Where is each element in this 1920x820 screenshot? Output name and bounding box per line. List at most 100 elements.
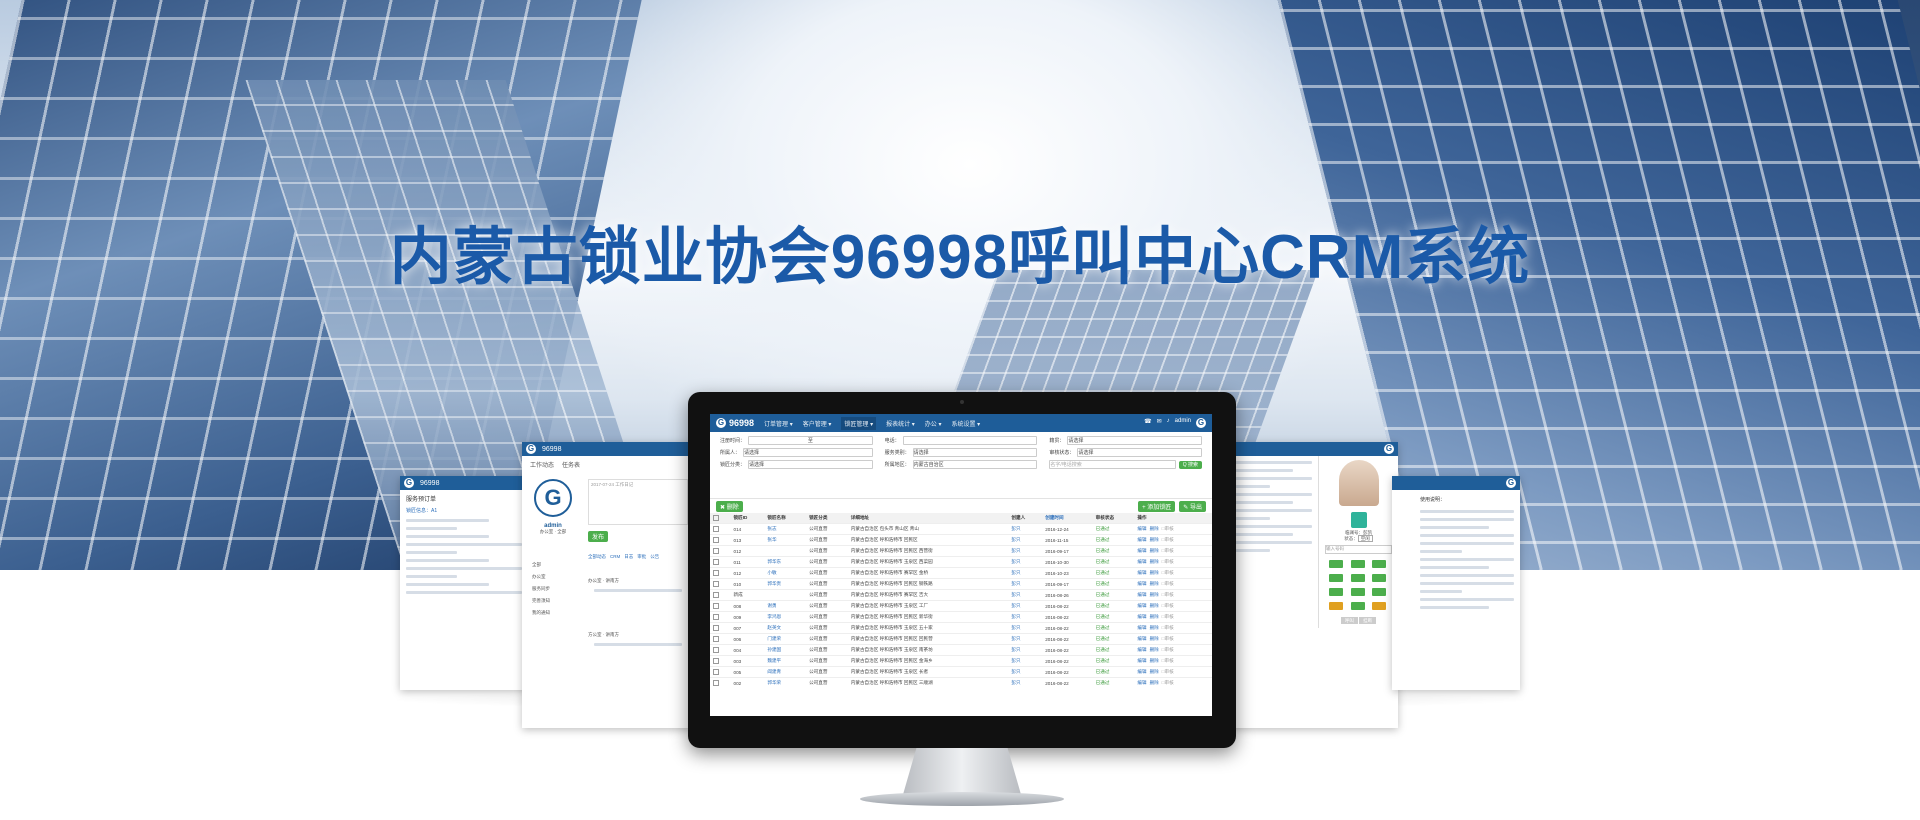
row-check[interactable] xyxy=(710,655,731,667)
cell-name[interactable]: 郭华贵 xyxy=(764,578,807,590)
feed-tab[interactable]: 全部动态 xyxy=(588,554,606,560)
review-link[interactable]: □审核 xyxy=(1162,537,1174,542)
feed-tab[interactable]: CRM xyxy=(610,554,620,560)
cell-name[interactable]: 郭华荣 xyxy=(764,677,807,688)
edit-link[interactable]: 编辑 xyxy=(1137,625,1146,630)
cell-creator[interactable]: 彭只 xyxy=(1008,644,1043,656)
col-check[interactable] xyxy=(710,513,731,524)
dial-key[interactable] xyxy=(1329,602,1343,610)
delete-link[interactable]: 删除 xyxy=(1150,526,1159,531)
delete-link[interactable]: 删除 xyxy=(1150,548,1159,553)
phone-icon[interactable]: ☎ xyxy=(1144,418,1151,428)
filter-select[interactable]: 请选择 xyxy=(743,448,873,457)
edit-link[interactable]: 编辑 xyxy=(1137,658,1146,663)
edit-link[interactable]: 编辑 xyxy=(1137,614,1146,619)
menu-reports[interactable]: 报表统计 ▾ xyxy=(886,419,915,428)
side-item[interactable]: 服务同步 xyxy=(532,583,584,595)
cell-name[interactable]: 阎建青 xyxy=(764,666,807,678)
publish-button[interactable]: 发布 xyxy=(588,531,609,542)
export-button[interactable]: ✎ 导出 xyxy=(1179,500,1206,512)
edit-link[interactable]: 编辑 xyxy=(1137,603,1146,608)
row-check[interactable] xyxy=(710,600,731,612)
menu-office[interactable]: 办公 ▾ xyxy=(925,419,942,428)
cell-name[interactable]: 谢勇 xyxy=(764,600,807,612)
edit-link[interactable]: 编辑 xyxy=(1137,680,1146,685)
cell-name[interactable]: 小敏 xyxy=(764,567,807,579)
row-check[interactable] xyxy=(710,567,731,579)
dial-key[interactable] xyxy=(1350,602,1365,610)
dial-key[interactable] xyxy=(1329,574,1343,582)
review-link[interactable]: □审核 xyxy=(1162,526,1174,531)
row-check[interactable] xyxy=(710,589,731,601)
review-link[interactable]: □审核 xyxy=(1162,669,1174,674)
edit-link[interactable]: 编辑 xyxy=(1137,548,1146,553)
filter-select[interactable]: 请选择 xyxy=(1077,448,1202,457)
cell-name[interactable]: 赵英文 xyxy=(764,622,807,634)
edit-link[interactable]: 编辑 xyxy=(1137,636,1146,641)
table-row[interactable]: 005 阎建青 公司直营 内蒙古自治区 呼和浩特市 玉泉区 长者 彭只 2016-08-2… xyxy=(710,666,1212,678)
review-link[interactable]: □审核 xyxy=(1162,559,1174,564)
review-link[interactable]: □审核 xyxy=(1162,658,1174,663)
dial-key[interactable] xyxy=(1372,588,1387,596)
side-item[interactable]: 我的通知 xyxy=(532,607,584,619)
edit-link[interactable]: 编辑 xyxy=(1137,526,1146,531)
row-check[interactable] xyxy=(710,578,731,590)
menu-orders[interactable]: 订单管理 ▾ xyxy=(764,419,793,428)
edit-link[interactable]: 编辑 xyxy=(1137,647,1146,652)
table-row[interactable]: 009 李鸿恩 公司直营 内蒙古自治区 呼和浩特市 回民区 新华街 彭只 2016-08-… xyxy=(710,611,1212,623)
cell-creator[interactable]: 彭只 xyxy=(1008,611,1043,623)
cell-creator[interactable]: 彭只 xyxy=(1008,567,1043,579)
filter-select[interactable]: 请选择 xyxy=(912,448,1038,457)
add-locksmith-button[interactable]: + 添加锁匠 xyxy=(1138,500,1176,512)
edit-link[interactable]: 编辑 xyxy=(1137,570,1146,575)
edit-link[interactable]: 编辑 xyxy=(1137,581,1146,586)
filter-select[interactable]: 请选择 xyxy=(748,460,873,469)
mail-icon[interactable]: ✉ xyxy=(1157,418,1162,428)
review-link[interactable]: □审核 xyxy=(1162,581,1174,586)
review-link[interactable]: □审核 xyxy=(1162,647,1174,652)
table-row[interactable]: 012 公司直营 内蒙古自治区 呼和浩特市 回民区 西营街 彭只 2016-09-17 已… xyxy=(710,545,1212,557)
tab-work[interactable]: 工作动态 xyxy=(530,460,554,469)
table-row[interactable]: 006 门建荣 公司直营 内蒙古自治区 呼和浩特市 回民区 回民营 彭只 2016-08-… xyxy=(710,633,1212,645)
delete-link[interactable]: 删除 xyxy=(1150,614,1159,619)
row-check[interactable] xyxy=(710,534,731,546)
row-check[interactable] xyxy=(710,556,731,568)
cell-creator[interactable]: 彭只 xyxy=(1008,666,1043,678)
hangup-button[interactable]: 挂断 xyxy=(1359,617,1377,624)
diary-box[interactable]: 2017-07-24 工作日记 xyxy=(588,479,688,525)
dial-key[interactable] xyxy=(1372,574,1387,582)
review-link[interactable]: □审核 xyxy=(1162,680,1174,685)
row-check[interactable] xyxy=(710,644,731,656)
dial-key[interactable] xyxy=(1350,588,1365,596)
bell-icon[interactable]: ♪ xyxy=(1167,418,1170,428)
cell-creator[interactable]: 彭只 xyxy=(1008,523,1043,535)
status-select[interactable]: 空闲 xyxy=(1357,535,1373,542)
review-link[interactable]: □审核 xyxy=(1162,548,1174,553)
cell-creator[interactable]: 彭只 xyxy=(1008,556,1043,568)
row-check[interactable] xyxy=(710,666,731,678)
table-row[interactable]: 002 郭华荣 公司直营 内蒙古自治区 呼和浩特市 回民区 三顺湖 彭只 2016-08-… xyxy=(710,677,1212,688)
table-row[interactable]: 012 小敏 公司直营 内蒙古自治区 呼和浩特市 赛罕区 金桥 彭只 2016-10-23… xyxy=(710,567,1212,579)
cell-name[interactable]: 郭华东 xyxy=(764,556,807,568)
menu-locksmiths[interactable]: 锁匠管理 ▾ xyxy=(841,416,877,430)
search-button[interactable]: Q 搜索 xyxy=(1178,460,1202,469)
delete-link[interactable]: 删除 xyxy=(1150,625,1159,630)
edit-link[interactable]: 编辑 xyxy=(1137,592,1146,597)
delete-link[interactable]: 删除 xyxy=(1150,570,1159,575)
delete-link[interactable]: 删除 xyxy=(1150,592,1159,597)
feed-tab[interactable]: 审批 xyxy=(637,554,646,560)
cell-name[interactable] xyxy=(764,589,807,601)
dial-key[interactable] xyxy=(1329,560,1343,568)
cell-name[interactable] xyxy=(764,545,807,557)
table-row[interactable]: 013 张华 公司直营 内蒙古自治区 呼和浩特市 回民区 彭只 2016-11-15 已通过… xyxy=(710,534,1212,546)
filter-select[interactable]: 请选择 xyxy=(1067,436,1202,445)
cell-creator[interactable]: 彭只 xyxy=(1008,545,1043,557)
side-item[interactable]: 全部 xyxy=(532,559,584,571)
table-row[interactable]: 新成 公司直营 内蒙古自治区 呼和浩特市 赛罕区 吉大 彭只 2016-08-26 已通过… xyxy=(710,589,1212,601)
table-row[interactable]: 003 魏建平 公司直营 内蒙古自治区 呼和浩特市 回民区 金海乡 彭只 2016-08-… xyxy=(710,655,1212,667)
table-row[interactable]: 010 郭华贵 公司直营 内蒙古自治区 呼和浩特市 回民区 钢铁路 彭只 2016-09-… xyxy=(710,578,1212,590)
cell-name[interactable]: 张志 xyxy=(764,523,807,535)
feed-tab[interactable]: 日志 xyxy=(624,554,633,560)
delete-link[interactable]: 删除 xyxy=(1150,581,1159,586)
cell-name[interactable]: 张华 xyxy=(764,534,807,546)
